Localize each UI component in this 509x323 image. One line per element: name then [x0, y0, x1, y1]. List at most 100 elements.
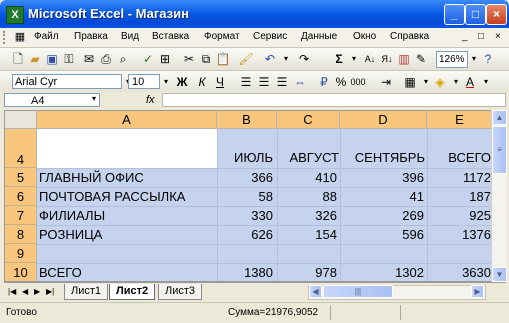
cell-a10[interactable]: ВСЕГО	[39, 265, 215, 280]
column-header-d[interactable]: D	[340, 111, 427, 129]
row-header[interactable]: 4	[5, 129, 37, 168]
doc-restore-button[interactable]: □	[478, 31, 484, 42]
align-right-icon[interactable]: ☰	[274, 74, 290, 90]
font-size-dropdown-icon[interactable]: ▾	[158, 74, 174, 90]
name-box-dropdown-icon[interactable]: ▾	[92, 94, 96, 103]
close-button[interactable]: ×	[486, 4, 507, 25]
menu-data[interactable]: Данные	[301, 31, 337, 42]
cell-b6[interactable]: 58	[217, 189, 273, 204]
column-header-e[interactable]: E	[427, 111, 491, 129]
menu-insert[interactable]: Вставка	[152, 31, 189, 42]
undo-icon[interactable]: ↶	[262, 51, 278, 67]
row-header[interactable]: 5	[5, 168, 37, 187]
cell-b5[interactable]: 366	[217, 170, 273, 185]
cell-a5[interactable]: ГЛАВНЫЙ ОФИС	[39, 170, 215, 185]
new-icon[interactable]: 🗋	[10, 51, 26, 67]
cell-b4[interactable]: ИЮЛЬ	[217, 150, 273, 165]
cell-d8[interactable]: 596	[340, 227, 424, 242]
chart-wizard-icon[interactable]: ▥	[396, 51, 412, 67]
sort-ascending-icon[interactable]: A↓	[362, 51, 378, 67]
menu-view[interactable]: Вид	[121, 31, 139, 42]
hscroll-thumb[interactable]: |||	[323, 285, 393, 298]
cell-b10[interactable]: 1380	[217, 265, 273, 280]
merge-center-icon[interactable]: ⇔	[292, 74, 308, 90]
cell-c8[interactable]: 154	[277, 227, 337, 242]
sheet-tab-2-active[interactable]: Лист2	[109, 284, 156, 300]
menu-tools[interactable]: Сервис	[253, 31, 287, 42]
cell-b8[interactable]: 626	[217, 227, 273, 242]
currency-icon[interactable]: ₽	[316, 74, 332, 90]
font-name-box[interactable]: Arial Cyr	[12, 74, 122, 89]
scroll-up-icon[interactable]: ▲	[492, 110, 507, 125]
align-center-icon[interactable]: ☰	[256, 74, 272, 90]
select-all-corner[interactable]	[5, 111, 37, 129]
row-header[interactable]: 7	[5, 206, 37, 225]
row-header[interactable]: 9	[5, 244, 37, 263]
menu-file[interactable]: Файл	[34, 31, 59, 42]
cell-c4[interactable]: АВГУСТ	[277, 150, 339, 165]
active-cell-a4[interactable]	[37, 129, 217, 168]
cell-e4[interactable]: ВСЕГО	[427, 150, 491, 165]
thousands-icon[interactable]: 000	[350, 74, 366, 90]
row-header[interactable]: 10	[5, 263, 37, 281]
align-left-icon[interactable]: ☰	[238, 74, 254, 90]
print-icon[interactable]: ⎙	[98, 51, 114, 67]
font-color-icon[interactable]: A	[462, 74, 478, 90]
scroll-thumb[interactable]: ≡	[492, 126, 507, 174]
percent-icon[interactable]: %	[333, 74, 349, 90]
doc-close-button[interactable]: ×	[495, 31, 501, 42]
minimize-button[interactable]: _	[444, 4, 465, 25]
first-sheet-icon[interactable]: |◀	[8, 284, 16, 299]
horizontal-scrollbar[interactable]: ◀ ||| ▶	[308, 285, 486, 300]
cell-c7[interactable]: 326	[277, 208, 337, 223]
prev-sheet-icon[interactable]: ◀	[22, 284, 28, 299]
doc-minimize-button[interactable]: _	[462, 31, 468, 42]
email-icon[interactable]: ✉	[81, 51, 97, 67]
last-sheet-icon[interactable]: ▶|	[46, 284, 54, 299]
cell-a6[interactable]: ПОЧТОВАЯ РАССЫЛКА	[39, 189, 215, 204]
cell-c6[interactable]: 88	[277, 189, 337, 204]
increase-indent-icon[interactable]: ⇥	[378, 74, 394, 90]
cell-a7[interactable]: ФИЛИАЛЫ	[39, 208, 215, 223]
cell-b7[interactable]: 330	[217, 208, 273, 223]
cell-e8[interactable]: 1376	[427, 227, 491, 242]
spelling-icon[interactable]: ✓	[140, 51, 156, 67]
menu-window[interactable]: Окно	[353, 31, 376, 42]
column-header-a[interactable]: A	[37, 111, 217, 129]
font-color-dropdown-icon[interactable]: ▾	[478, 74, 494, 90]
worksheet-grid[interactable]: A B C D E 4 5 6 7 8 9 10 ИЮЛЬ АВГУСТ СЕН…	[4, 110, 492, 282]
zoom-box[interactable]: 126%	[436, 51, 468, 68]
function-icon[interactable]: fx	[146, 94, 155, 106]
italic-button[interactable]: К	[194, 74, 210, 90]
next-sheet-icon[interactable]: ▶	[34, 284, 40, 299]
cell-c5[interactable]: 410	[277, 170, 337, 185]
undo-dropdown-icon[interactable]: ▾	[278, 51, 294, 67]
preview-icon[interactable]: ⌕	[115, 51, 131, 67]
excel-app-icon[interactable]: X	[6, 6, 24, 24]
font-size-box[interactable]: 10	[128, 74, 160, 89]
column-header-b[interactable]: B	[217, 111, 277, 129]
save-icon[interactable]: ▣	[44, 51, 60, 67]
paste-icon[interactable]: 📋	[215, 51, 231, 67]
formula-input[interactable]	[162, 93, 506, 107]
cell-e7[interactable]: 925	[427, 208, 491, 223]
cell-d5[interactable]: 396	[340, 170, 424, 185]
borders-icon[interactable]: ▦	[402, 74, 418, 90]
scroll-down-icon[interactable]: ▼	[492, 267, 507, 282]
scroll-right-icon[interactable]: ▶	[471, 285, 484, 298]
row-header[interactable]: 8	[5, 225, 37, 244]
sheet-tab-1[interactable]: Лист1	[64, 284, 109, 300]
cell-d7[interactable]: 269	[340, 208, 424, 223]
copy-icon[interactable]: ⧉	[198, 51, 214, 67]
cell-d6[interactable]: 41	[340, 189, 424, 204]
maximize-button[interactable]: □	[465, 4, 486, 25]
toolbar-grip-icon[interactable]	[3, 31, 8, 44]
workbook-icon[interactable]: ▦	[12, 29, 28, 45]
redo-icon[interactable]: ↷	[296, 51, 312, 67]
cell-e10[interactable]: 3630	[427, 265, 491, 280]
menu-edit[interactable]: Правка	[74, 31, 108, 42]
menu-format[interactable]: Формат	[204, 31, 240, 42]
sort-descending-icon[interactable]: Я↓	[379, 51, 395, 67]
bold-button[interactable]: Ж	[174, 74, 190, 90]
underline-button[interactable]: Ч	[212, 74, 228, 90]
